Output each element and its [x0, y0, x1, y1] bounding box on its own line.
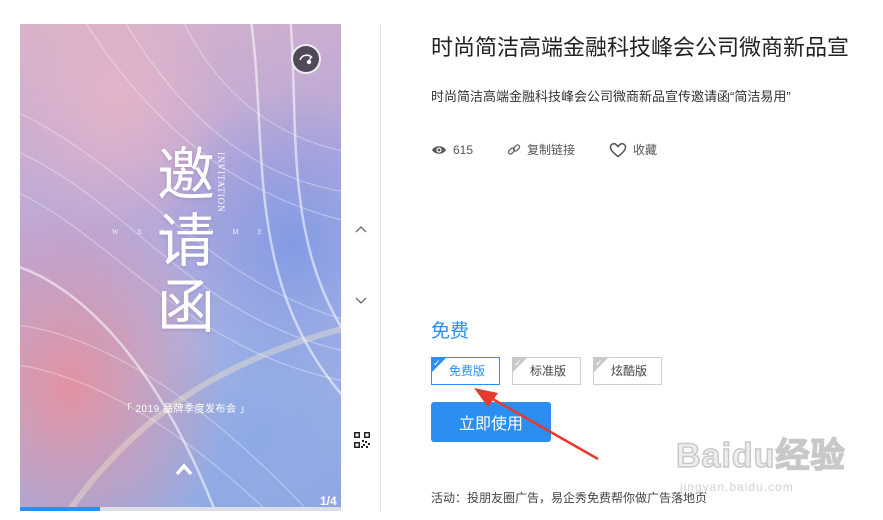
- price-label: 免费: [431, 321, 470, 342]
- event-subtitle: 「 2019 品牌季度发布会 」: [121, 404, 251, 415]
- welcome-letter: E: [257, 228, 262, 236]
- chevron-up-icon[interactable]: [354, 223, 368, 237]
- baidu-jingyan-watermark: Baidu经验 jingyan.baidu.com: [675, 428, 876, 500]
- music-disc-icon: [299, 54, 313, 65]
- template-description: 时尚简洁高端金融科技峰会公司微商新品宣传邀请函“简洁易用”: [431, 89, 791, 104]
- checkmark-icon: ✓: [595, 358, 603, 368]
- welcome-letter: C: [184, 228, 190, 236]
- favorite-button[interactable]: 收藏: [609, 141, 657, 158]
- page-progress-fill: [20, 507, 101, 511]
- invitation-preview[interactable]: 邀 请 函 INVITATION W E L C O M E 「 2019 品牌…: [20, 24, 341, 510]
- template-title: 时尚简洁高端金融科技峰会公司微商新品宣: [431, 35, 850, 60]
- welcome-letters: W E L C O M E: [112, 228, 262, 236]
- red-annotation-arrow: [474, 388, 599, 461]
- qr-code-icon[interactable]: [354, 432, 370, 448]
- welcome-letter: E: [137, 228, 142, 236]
- edition-label: 免费版: [449, 364, 486, 378]
- link-icon: [507, 143, 521, 155]
- activity-note: 活动：投朋友圈广告，易企秀免费帮你做广告落地页: [431, 491, 708, 505]
- panel-divider: [380, 24, 381, 512]
- template-stats: 615 复制链接 收藏: [431, 141, 691, 158]
- title-char: 函: [156, 273, 215, 341]
- welcome-letter: L: [161, 228, 166, 236]
- title-char: 邀: [156, 141, 215, 209]
- chevron-down-icon[interactable]: [354, 293, 368, 307]
- copy-link-button[interactable]: 复制链接: [507, 141, 575, 158]
- welcome-letter: W: [112, 228, 119, 236]
- checkmark-icon: ✓: [433, 358, 441, 368]
- edition-selector: ✓ 免费版 ✓ 标准版 ✓ 炫酷版: [431, 357, 674, 385]
- music-toggle-button[interactable]: [291, 44, 321, 74]
- edition-label: 标准版: [530, 364, 567, 378]
- page-progress-bar: [20, 507, 341, 511]
- watermark-url: jingyan.baidu.com: [680, 480, 794, 494]
- favorite-label: 收藏: [633, 143, 658, 157]
- edition-label: 炫酷版: [611, 364, 648, 378]
- eye-icon: [432, 145, 446, 154]
- title-char: 请: [156, 207, 215, 275]
- edition-free[interactable]: ✓ 免费版: [431, 357, 501, 385]
- welcome-letter: M: [232, 228, 239, 236]
- view-count-value: 615: [453, 142, 474, 157]
- view-count: 615: [431, 143, 473, 157]
- copy-link-label: 复制链接: [527, 143, 576, 157]
- edition-cool[interactable]: ✓ 炫酷版: [593, 357, 663, 385]
- checkmark-icon: ✓: [514, 358, 522, 368]
- invitation-english-label: INVITATION: [216, 152, 226, 213]
- watermark-text: Baidu经验: [675, 436, 846, 476]
- invitation-title: 邀 请 函: [146, 142, 226, 340]
- page-indicator: 1/4: [320, 494, 337, 508]
- chevron-up-icon[interactable]: [175, 462, 193, 476]
- welcome-letter: O: [208, 228, 214, 236]
- edition-standard[interactable]: ✓ 标准版: [512, 357, 582, 385]
- heart-icon: [609, 142, 627, 157]
